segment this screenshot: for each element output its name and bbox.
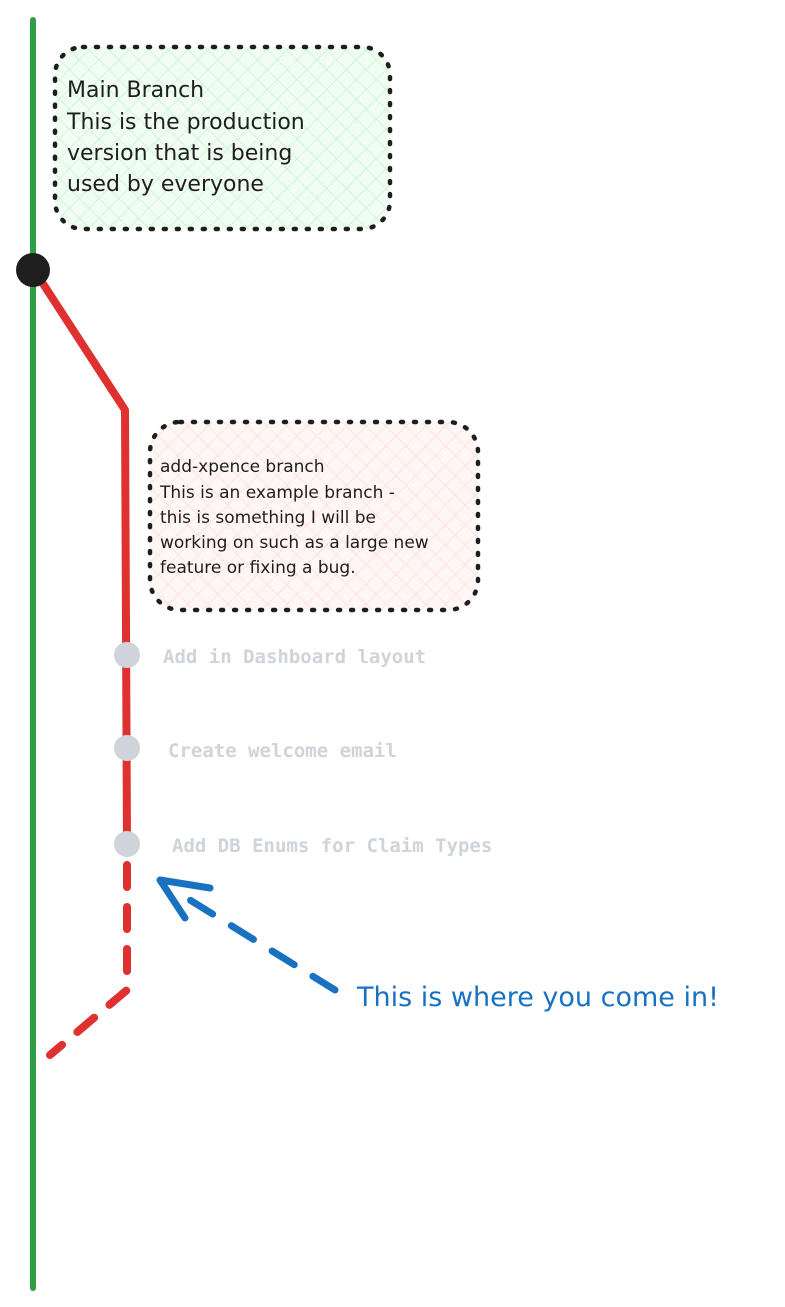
main-note-line: version that is being xyxy=(67,141,292,166)
git-branch-diagram: Main Branch This is the production versi… xyxy=(16,17,719,1291)
commit: Add DB Enums for Claim Types xyxy=(114,831,492,857)
feature-note-line: working on such as a large new xyxy=(160,533,429,553)
commit-dot xyxy=(114,831,140,857)
feature-branch-line xyxy=(34,272,131,849)
commit-label: Create welcome email xyxy=(168,740,397,762)
main-branch-note-box xyxy=(52,44,393,232)
dashed-arrow-icon xyxy=(156,876,339,994)
feature-note-line: add-xpence branch xyxy=(160,457,325,477)
commit-dot xyxy=(114,642,140,668)
main-branch-note: Main Branch This is the production versi… xyxy=(52,44,393,232)
feature-branch-future-line xyxy=(46,861,131,1059)
commit-label: Add DB Enums for Claim Types xyxy=(172,835,492,857)
main-note-line: Main Branch xyxy=(67,78,204,103)
feature-note-line: feature or fixing a bug. xyxy=(160,558,356,578)
commit: Create welcome email xyxy=(114,735,397,762)
main-note-line: This is the production xyxy=(66,110,305,135)
commit-label: Add in Dashboard layout xyxy=(163,646,426,668)
feature-note-line: this is something I will be xyxy=(160,508,376,528)
commit: Add in Dashboard layout xyxy=(114,642,426,668)
feature-branch-note: add-xpence branch This is an example bra… xyxy=(147,419,481,613)
feature-note-line: This is an example branch - xyxy=(159,483,395,503)
main-note-line: used by everyone xyxy=(67,172,264,197)
branch-point-dot xyxy=(16,253,50,287)
callout-label: This is where you come in! xyxy=(356,982,719,1013)
commit-dot xyxy=(114,735,140,761)
